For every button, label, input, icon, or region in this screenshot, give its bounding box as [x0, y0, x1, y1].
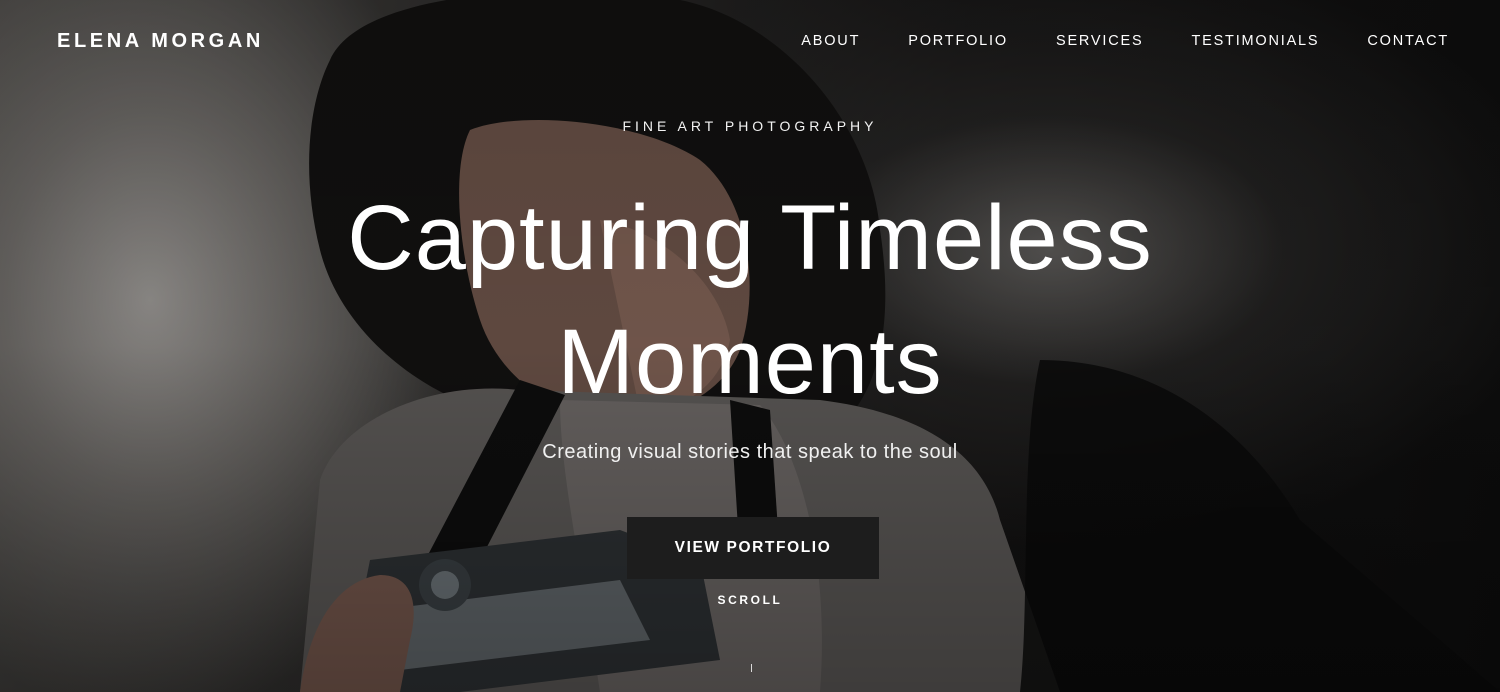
nav-item-about: ABOUT: [801, 32, 860, 50]
view-portfolio-button[interactable]: VIEW PORTFOLIO: [627, 517, 879, 579]
nav-item-portfolio: PORTFOLIO: [908, 32, 1008, 50]
hero-headline-line1: Capturing Timeless: [347, 187, 1153, 289]
nav-item-testimonials: TESTIMONIALS: [1191, 32, 1319, 50]
hero-eyebrow: FINE ART PHOTOGRAPHY: [622, 118, 878, 134]
nav-link-contact[interactable]: CONTACT: [1367, 33, 1449, 49]
hero-headline: Capturing Timeless Moments: [0, 176, 1500, 424]
hero-headline-line2: Moments: [557, 311, 943, 413]
site-logo[interactable]: ELENA MORGAN: [57, 30, 264, 53]
scroll-indicator-line: [751, 664, 752, 672]
nav-link-about[interactable]: ABOUT: [801, 33, 860, 49]
scroll-indicator-label[interactable]: SCROLL: [0, 593, 1500, 607]
nav-item-contact: CONTACT: [1367, 32, 1449, 50]
nav-link-portfolio[interactable]: PORTFOLIO: [908, 33, 1008, 49]
hero-subtitle: Creating visual stories that speak to th…: [542, 441, 958, 463]
hero-section: ELENA MORGAN ABOUT PORTFOLIO SERVICES TE…: [0, 0, 1500, 692]
nav-link-services[interactable]: SERVICES: [1056, 33, 1143, 49]
nav-menu: ABOUT PORTFOLIO SERVICES TESTIMONIALS CO…: [801, 32, 1449, 50]
top-navigation: ELENA MORGAN ABOUT PORTFOLIO SERVICES TE…: [0, 0, 1500, 82]
nav-link-testimonials[interactable]: TESTIMONIALS: [1191, 33, 1319, 49]
nav-item-services: SERVICES: [1056, 32, 1143, 50]
